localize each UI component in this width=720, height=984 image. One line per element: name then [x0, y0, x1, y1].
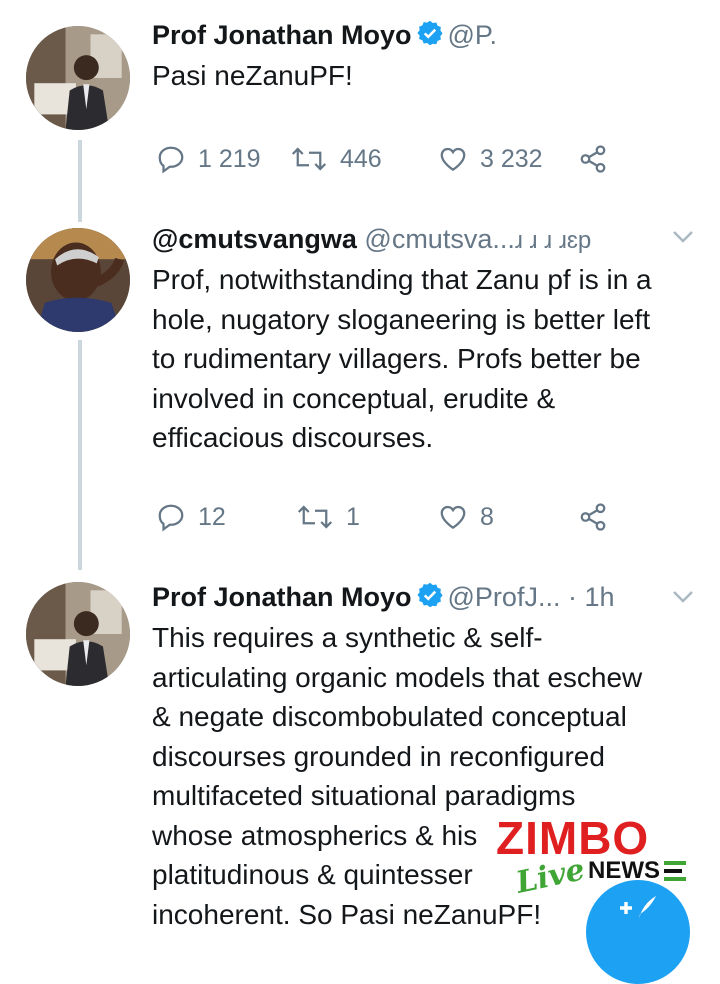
- profile-photo-icon: [26, 228, 130, 332]
- tweet-time: · 1h: [567, 582, 615, 612]
- share-button[interactable]: [578, 502, 608, 532]
- retweet-icon: [297, 505, 333, 529]
- heart-icon: [440, 505, 466, 529]
- compose-tweet-icon: [616, 892, 660, 934]
- tweet-header: @cmutsvangwa @cmutsva...ɹ ɹ ɹ ɹɛp: [152, 222, 700, 256]
- chevron-down-icon[interactable]: [672, 590, 694, 609]
- blurred-area: [530, 0, 720, 90]
- compose-tweet-button[interactable]: [586, 880, 690, 984]
- tweet-text-line: to rudimentary villagers. Profs better b…: [152, 343, 641, 374]
- tweet-text: Prof, notwithstanding that Zanu pf is in…: [152, 260, 700, 458]
- reply-button[interactable]: 12: [156, 502, 226, 532]
- tweet-time: ɹ ɹ ɹ ɹɛp: [514, 227, 592, 254]
- heart-icon: [440, 147, 466, 171]
- tweet-text-line: articulating organic models that eschew: [152, 661, 643, 693]
- retweet-icon: [291, 147, 327, 171]
- author-handle[interactable]: @ProfJ...: [448, 582, 561, 612]
- author-name[interactable]: Prof Jonathan Moyo: [152, 582, 412, 612]
- retweet-button[interactable]: 446: [290, 144, 382, 174]
- tweet-text-line: hole, nugatory sloganeering is better le…: [152, 303, 651, 335]
- tweet-actions: 1 219 446 3 232: [156, 144, 626, 180]
- tweet-text-line: This requires a synthetic & self-: [152, 622, 543, 653]
- share-button[interactable]: [578, 144, 608, 174]
- author-handle[interactable]: @P.: [448, 20, 497, 50]
- avatar[interactable]: [26, 228, 130, 332]
- like-count: 8: [480, 502, 494, 531]
- watermark-bars-icon: [664, 861, 686, 881]
- reply-icon: [158, 146, 184, 174]
- like-button[interactable]: 8: [438, 502, 494, 532]
- tweet-1[interactable]: Prof Jonathan Moyo @P. Pasi neZanuPF! 1 2…: [0, 0, 720, 200]
- tweet-text-line: discourses grounded in reconfigured: [152, 740, 605, 772]
- author-handle[interactable]: @cmutsva...: [364, 224, 514, 254]
- verified-badge-icon: [416, 581, 444, 617]
- profile-photo-icon: [26, 582, 130, 686]
- tweet-2[interactable]: @cmutsvangwa @cmutsva...ɹ ɹ ɹ ɹɛp Prof, …: [0, 210, 720, 570]
- avatar[interactable]: [26, 26, 130, 130]
- retweet-count: 446: [340, 144, 382, 173]
- tweet-text-line: involved in conceptual, erudite &: [152, 382, 556, 414]
- tweet-header: Prof Jonathan Moyo @ProfJ... · 1h: [152, 580, 700, 614]
- tweet-text-line: multifaceted situational paradigms: [152, 780, 576, 811]
- like-button[interactable]: 3 232: [438, 144, 543, 174]
- like-count: 3 232: [480, 144, 543, 173]
- profile-photo-icon: [26, 26, 130, 130]
- zimbo-live-news-watermark: ZIMBO Live NEWS: [490, 811, 696, 901]
- tweet-actions: 12 1 8: [156, 502, 626, 538]
- share-icon: [580, 145, 606, 173]
- reply-icon: [158, 504, 184, 532]
- retweet-button[interactable]: 1: [296, 502, 360, 532]
- reply-button[interactable]: 1 219: [156, 144, 261, 174]
- reply-count: 12: [198, 502, 226, 531]
- tweet-text-line: efficacious discourses.: [152, 422, 434, 453]
- tweet-text-line: & negate discombobulated conceptual: [152, 701, 627, 732]
- reply-count: 1 219: [198, 144, 261, 173]
- retweet-count: 1: [346, 502, 360, 531]
- author-name[interactable]: Prof Jonathan Moyo: [152, 20, 412, 50]
- author-name[interactable]: @cmutsvangwa: [152, 224, 357, 254]
- chevron-down-icon[interactable]: [672, 230, 694, 249]
- tweet-text-line: Prof, notwithstanding that Zanu pf is in…: [152, 264, 652, 295]
- verified-badge-icon: [416, 19, 444, 55]
- avatar[interactable]: [26, 582, 130, 686]
- share-icon: [580, 503, 606, 531]
